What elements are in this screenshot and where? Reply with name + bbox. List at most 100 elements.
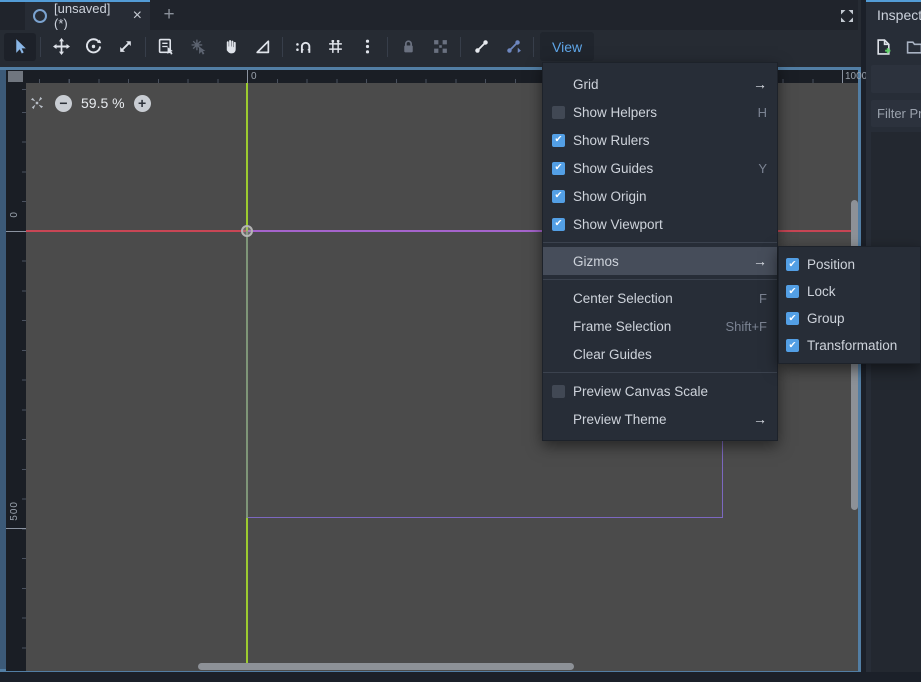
- menu-item-show-viewport[interactable]: ✔ Show Viewport: [543, 210, 777, 238]
- menu-item-show-helpers[interactable]: Show Helpers H: [543, 98, 777, 126]
- toolbar-separator: [40, 37, 41, 57]
- menu-item-label: Show Rulers: [573, 133, 650, 148]
- view-menu-button[interactable]: View: [540, 32, 594, 61]
- grid-snap-toggle[interactable]: [319, 33, 351, 61]
- menu-item-label: Show Guides: [573, 161, 653, 176]
- scene-tab-unsaved[interactable]: [unsaved](*) ×: [25, 2, 150, 30]
- menu-item-label: Group: [807, 311, 845, 326]
- menu-item-label: Gizmos: [573, 254, 619, 269]
- menu-separator: [543, 372, 777, 373]
- menu-item-frame-selection[interactable]: Frame Selection Shift+F: [543, 312, 777, 340]
- gizmos-submenu-popup: ✔ Position ✔ Lock ✔ Group ✔ Transformati…: [778, 246, 921, 364]
- ruler-label-0: 0: [9, 211, 20, 218]
- ruler-label-1000: 1000: [845, 71, 867, 82]
- zoom-in-button[interactable]: +: [134, 95, 151, 112]
- submenu-arrow-icon: →: [753, 76, 767, 92]
- toolbar-separator: [145, 37, 146, 57]
- checkbox-checked-icon: ✔: [786, 258, 799, 271]
- checkbox-checked-icon: ✔: [552, 134, 565, 147]
- checkbox-checked-icon: ✔: [786, 285, 799, 298]
- menu-item-center-selection[interactable]: Center Selection F: [543, 284, 777, 312]
- checkbox-checked-icon: ✔: [786, 339, 799, 352]
- new-resource-icon[interactable]: [875, 38, 892, 56]
- menu-item-label: Lock: [807, 284, 836, 299]
- menu-item-label: Clear Guides: [573, 347, 652, 362]
- new-scene-tab-button[interactable]: +: [158, 3, 180, 27]
- canvas-toolbar: View: [0, 30, 858, 63]
- checkbox-spacer: [552, 348, 565, 361]
- menu-item-preview-canvas-scale[interactable]: Preview Canvas Scale: [543, 377, 777, 405]
- select-tool-button[interactable]: [4, 33, 36, 61]
- scene-tab-label: [unsaved](*): [54, 1, 124, 31]
- skeleton-options-icon[interactable]: [497, 33, 529, 61]
- filter-properties-input[interactable]: [871, 100, 921, 127]
- toolbar-separator: [460, 37, 461, 57]
- menu-item-preview-theme[interactable]: Preview Theme →: [543, 405, 777, 433]
- menu-item-label: Show Origin: [573, 189, 647, 204]
- menu-item-show-origin[interactable]: ✔ Show Origin: [543, 182, 777, 210]
- submenu-arrow-icon: →: [753, 411, 767, 427]
- submenu-item-group[interactable]: ✔ Group: [779, 305, 920, 332]
- scale-tool-button[interactable]: [109, 33, 141, 61]
- ruler-tick-1000: [842, 70, 843, 83]
- menu-item-label: Frame Selection: [573, 319, 671, 334]
- scene-icon: [33, 9, 47, 23]
- zoom-percentage[interactable]: 59.5 %: [81, 95, 125, 111]
- bottom-panel-edge: [0, 672, 921, 682]
- ruler-label-500: 500: [9, 501, 20, 521]
- checkbox-checked-icon: ✔: [552, 190, 565, 203]
- list-select-tool-button[interactable]: [150, 33, 182, 61]
- menu-item-label: Preview Canvas Scale: [573, 384, 708, 399]
- distraction-free-mode-icon[interactable]: [836, 5, 858, 26]
- menu-item-label: Transformation: [807, 338, 897, 353]
- ruler-label-0: 0: [251, 71, 257, 82]
- close-tab-icon[interactable]: ×: [133, 8, 142, 24]
- rotate-tool-button[interactable]: [77, 33, 109, 61]
- menu-item-show-rulers[interactable]: ✔ Show Rulers: [543, 126, 777, 154]
- submenu-item-transformation[interactable]: ✔ Transformation: [779, 332, 920, 359]
- toolbar-separator: [387, 37, 388, 57]
- resource-history-bar[interactable]: [871, 65, 921, 93]
- toolbar-separator: [282, 37, 283, 57]
- menu-item-label: Position: [807, 257, 855, 272]
- select-pivot-tool-button[interactable]: [182, 33, 214, 61]
- dock-accent-line: [866, 0, 921, 2]
- submenu-item-lock[interactable]: ✔ Lock: [779, 278, 920, 305]
- menu-item-label: Show Helpers: [573, 105, 657, 120]
- menu-item-label: Center Selection: [573, 291, 673, 306]
- y-axis-line: [246, 83, 248, 231]
- ruler-tool-button[interactable]: [246, 33, 278, 61]
- shortcut-label: Y: [758, 161, 767, 176]
- checkbox-spacer: [552, 78, 565, 91]
- group-object-button[interactable]: [424, 33, 456, 61]
- move-tool-button[interactable]: [45, 33, 77, 61]
- shortcut-label: F: [759, 291, 767, 306]
- pan-tool-button[interactable]: [214, 33, 246, 61]
- menu-item-gizmos[interactable]: Gizmos →: [543, 247, 777, 275]
- ruler-tick-0: [6, 231, 26, 232]
- menu-item-show-guides[interactable]: ✔ Show Guides Y: [543, 154, 777, 182]
- scene-tab-bar: [unsaved](*) × +: [0, 0, 858, 30]
- lock-object-button[interactable]: [392, 33, 424, 61]
- menu-item-label: Preview Theme: [573, 412, 667, 427]
- skeleton-icon[interactable]: [465, 33, 497, 61]
- submenu-item-position[interactable]: ✔ Position: [779, 251, 920, 278]
- checkbox-spacer: [552, 320, 565, 333]
- checkbox-unchecked-icon: [552, 385, 565, 398]
- focus-origin-icon[interactable]: [28, 94, 46, 112]
- ruler-corner-box: [6, 70, 26, 83]
- checkbox-unchecked-icon: [552, 106, 565, 119]
- submenu-arrow-icon: →: [753, 253, 767, 269]
- horizontal-scrollbar[interactable]: [198, 663, 574, 670]
- load-resource-folder-icon[interactable]: [906, 38, 921, 56]
- view-menu-popup: Grid → Show Helpers H ✔ Show Rulers ✔ Sh…: [542, 62, 778, 441]
- godot-editor-window: [unsaved](*) × +: [0, 0, 921, 682]
- x-axis-line: [26, 230, 247, 232]
- inspector-body: [871, 132, 921, 672]
- zoom-out-button[interactable]: −: [55, 95, 72, 112]
- inspector-toolbar: [875, 38, 921, 56]
- menu-item-clear-guides[interactable]: Clear Guides: [543, 340, 777, 368]
- smart-snap-toggle[interactable]: [287, 33, 319, 61]
- menu-item-grid[interactable]: Grid →: [543, 70, 777, 98]
- snap-options-menu-button[interactable]: [351, 33, 383, 61]
